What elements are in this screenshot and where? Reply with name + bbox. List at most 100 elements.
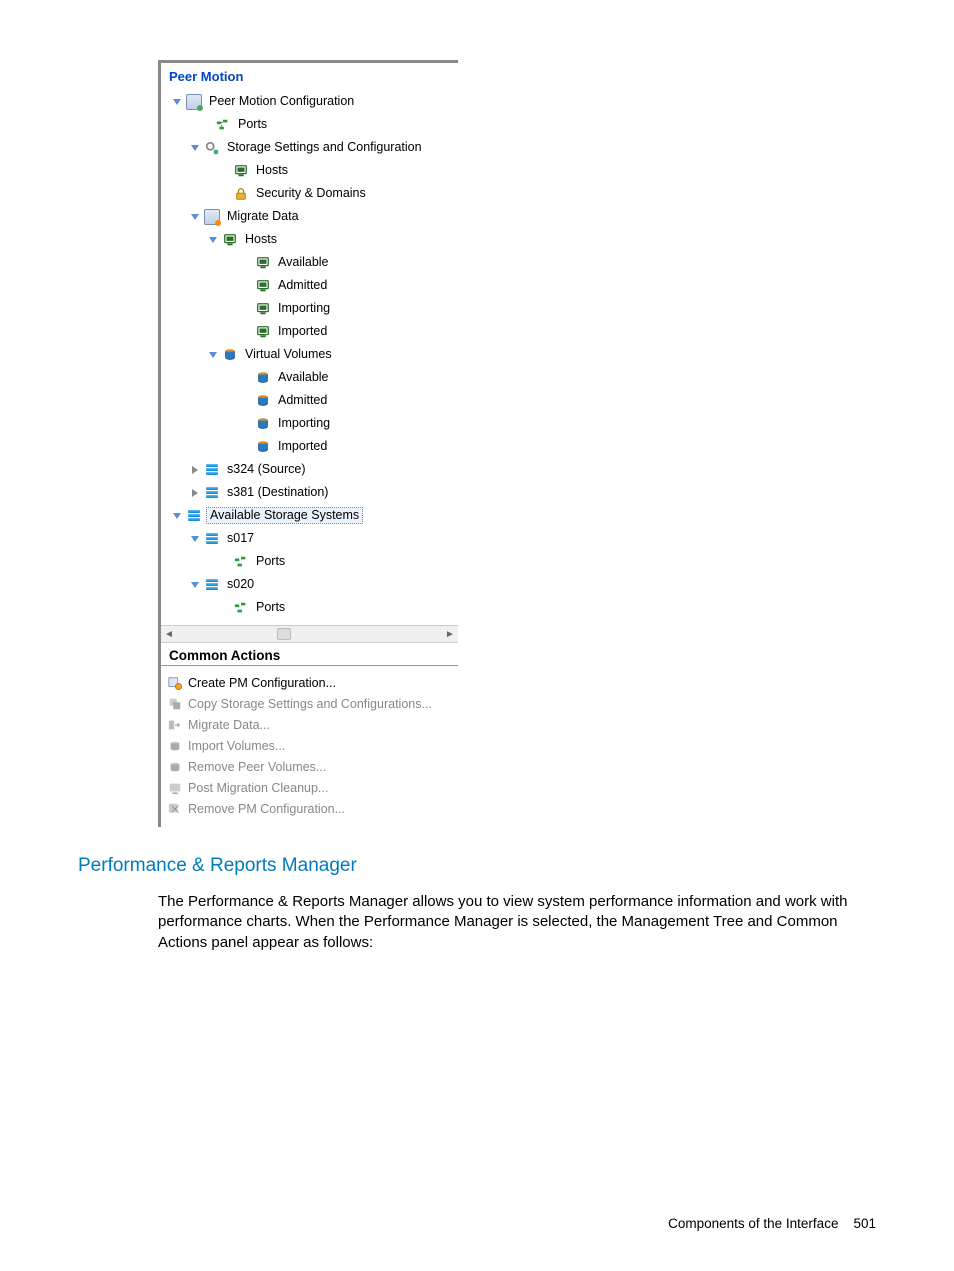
tree-node-hosts-available[interactable]: Available [161,251,458,274]
tree-label: Peer Motion Configuration [206,94,357,109]
scroll-right-icon[interactable]: ► [444,628,456,640]
expander-right-icon[interactable] [189,487,201,499]
action-import-volumes: Import Volumes... [167,735,452,756]
tree-label: Admitted [275,393,330,408]
tree-label: s324 (Source) [224,462,309,477]
system-icon [204,462,220,478]
tree-label: Available [275,370,332,385]
action-label: Import Volumes... [188,739,285,753]
action-label: Remove PM Configuration... [188,802,345,816]
tree-label-selected: Available Storage Systems [206,507,363,524]
tree-label: Migrate Data [224,209,302,224]
host-icon [255,301,271,317]
scroll-left-icon[interactable]: ◄ [163,628,175,640]
migrate-icon [167,717,183,733]
tree-label: Importing [275,301,333,316]
security-icon [233,186,249,202]
volume-icon [255,393,271,409]
expander-down-icon[interactable] [189,533,201,545]
footer-page-number: 501 [853,1216,876,1231]
system-icon [186,508,202,524]
action-create-pm-config[interactable]: Create PM Configuration... [167,672,452,693]
tree-node-hosts-imported[interactable]: Imported [161,320,458,343]
expander-down-icon[interactable] [189,211,201,223]
tree-label: Admitted [275,278,330,293]
cleanup-icon [167,780,183,796]
ports-icon [215,117,231,133]
tree-label: Imported [275,324,330,339]
tree-node-storage-settings[interactable]: Storage Settings and Configuration [161,136,458,159]
tree-node-hosts[interactable]: Hosts [161,159,458,182]
page-footer: Components of the Interface 501 [668,1216,876,1231]
action-label: Create PM Configuration... [188,676,336,690]
copy-settings-icon [167,696,183,712]
ports-icon [233,554,249,570]
create-config-icon [167,675,183,691]
action-remove-peer-volumes: Remove Peer Volumes... [167,756,452,777]
action-label: Post Migration Cleanup... [188,781,328,795]
expander-down-icon[interactable] [171,510,183,522]
section-heading: Performance & Reports Manager [78,855,876,877]
action-migrate-data: Migrate Data... [167,714,452,735]
tree-label: Available [275,255,332,270]
expander-right-icon[interactable] [189,464,201,476]
tree-node-s324[interactable]: s324 (Source) [161,458,458,481]
footer-text: Components of the Interface [668,1216,838,1231]
action-post-migration-cleanup: Post Migration Cleanup... [167,777,452,798]
tree-node-vol-imported[interactable]: Imported [161,435,458,458]
tree-label: Ports [253,554,288,569]
navigation-tree: Peer Motion Configuration Ports Storage … [161,88,458,625]
tree-node-s020[interactable]: s020 [161,573,458,596]
tree-node-security[interactable]: Security & Domains [161,182,458,205]
ports-icon [233,600,249,616]
action-copy-settings: Copy Storage Settings and Configurations… [167,693,452,714]
tree-node-pm-config[interactable]: Peer Motion Configuration [161,90,458,113]
volume-icon [255,370,271,386]
action-label: Migrate Data... [188,718,270,732]
tree-label: s020 [224,577,257,592]
host-icon [255,278,271,294]
common-actions-list: Create PM Configuration... Copy Storage … [161,666,458,827]
volume-icon [222,347,238,363]
action-label: Remove Peer Volumes... [188,760,326,774]
tree-label: s017 [224,531,257,546]
tree-node-hosts-importing[interactable]: Importing [161,297,458,320]
tree-node-vol-available[interactable]: Available [161,366,458,389]
expander-down-icon[interactable] [207,234,219,246]
tree-node-vol-importing[interactable]: Importing [161,412,458,435]
peer-motion-panel: Peer Motion Peer Motion Configuration Po… [158,60,458,827]
tree-label: Ports [253,600,288,615]
host-icon [255,324,271,340]
settings-icon [204,140,220,156]
system-icon [204,531,220,547]
tree-node-vol-admitted[interactable]: Admitted [161,389,458,412]
tree-node-s020-ports[interactable]: Ports [161,596,458,619]
tree-node-virtual-volumes[interactable]: Virtual Volumes [161,343,458,366]
migrate-icon [204,209,220,225]
tree-node-s017[interactable]: s017 [161,527,458,550]
tree-node-migrate-data[interactable]: Migrate Data [161,205,458,228]
tree-label: Importing [275,416,333,431]
expander-down-icon[interactable] [207,349,219,361]
volume-icon [255,416,271,432]
expander-down-icon[interactable] [189,142,201,154]
horizontal-scrollbar[interactable]: ◄ ► [161,625,458,642]
expander-down-icon[interactable] [189,579,201,591]
host-icon [255,255,271,271]
host-icon [222,232,238,248]
tree-node-s381[interactable]: s381 (Destination) [161,481,458,504]
tree-node-migrate-hosts[interactable]: Hosts [161,228,458,251]
tree-label: Imported [275,439,330,454]
action-label: Copy Storage Settings and Configurations… [188,697,432,711]
tree-label: Virtual Volumes [242,347,335,362]
tree-label: s381 (Destination) [224,485,331,500]
tree-node-available-systems[interactable]: Available Storage Systems [161,504,458,527]
tree-node-s017-ports[interactable]: Ports [161,550,458,573]
expander-down-icon[interactable] [171,96,183,108]
host-icon [233,163,249,179]
tree-label: Hosts [242,232,280,247]
import-icon [167,738,183,754]
scroll-track[interactable] [175,628,444,640]
tree-node-ports[interactable]: Ports [161,113,458,136]
tree-node-hosts-admitted[interactable]: Admitted [161,274,458,297]
